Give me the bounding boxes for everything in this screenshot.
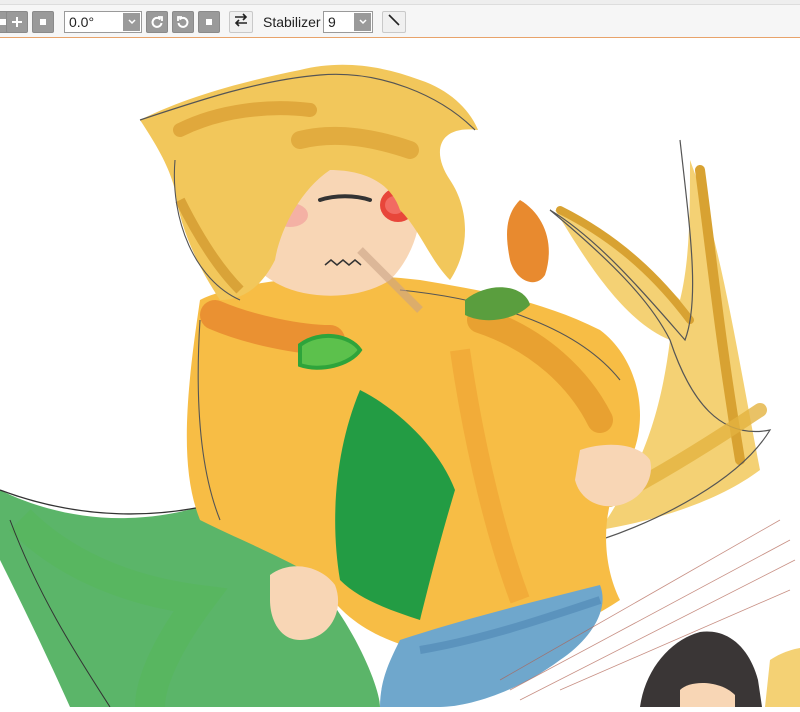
menu-strip — [0, 0, 800, 5]
second-character — [640, 631, 800, 707]
flip-horizontal-icon — [233, 12, 249, 32]
zoom-in-button[interactable] — [6, 11, 28, 33]
line-tool-icon — [387, 13, 401, 32]
rotation-combo[interactable]: 0.0° — [64, 11, 142, 33]
stabilizer-label: Stabilizer — [263, 14, 321, 30]
rotate-right-button[interactable] — [172, 11, 194, 33]
line-tool-button[interactable] — [382, 11, 406, 33]
artwork — [0, 64, 800, 708]
drawing-canvas[interactable] — [0, 38, 800, 708]
zoom-fit-button[interactable] — [32, 11, 54, 33]
rotation-value: 0.0° — [69, 14, 95, 30]
stabilizer-value: 9 — [328, 14, 336, 30]
stabilizer-combo[interactable]: 9 — [323, 11, 373, 33]
rotate-reset-button[interactable] — [198, 11, 220, 33]
chevron-down-icon[interactable] — [123, 13, 140, 31]
stop-icon — [204, 17, 214, 27]
flip-horizontal-button[interactable] — [229, 11, 253, 33]
toolbar: 0.0° Stabilizer 9 — [0, 0, 800, 38]
chevron-down-icon[interactable] — [354, 13, 371, 31]
rotate-left-icon — [150, 15, 164, 29]
rotate-left-button[interactable] — [146, 11, 168, 33]
zoom-in-icon — [11, 16, 23, 28]
rotate-right-icon — [176, 15, 190, 29]
hair-tie — [507, 200, 549, 283]
stop-icon — [38, 17, 48, 27]
